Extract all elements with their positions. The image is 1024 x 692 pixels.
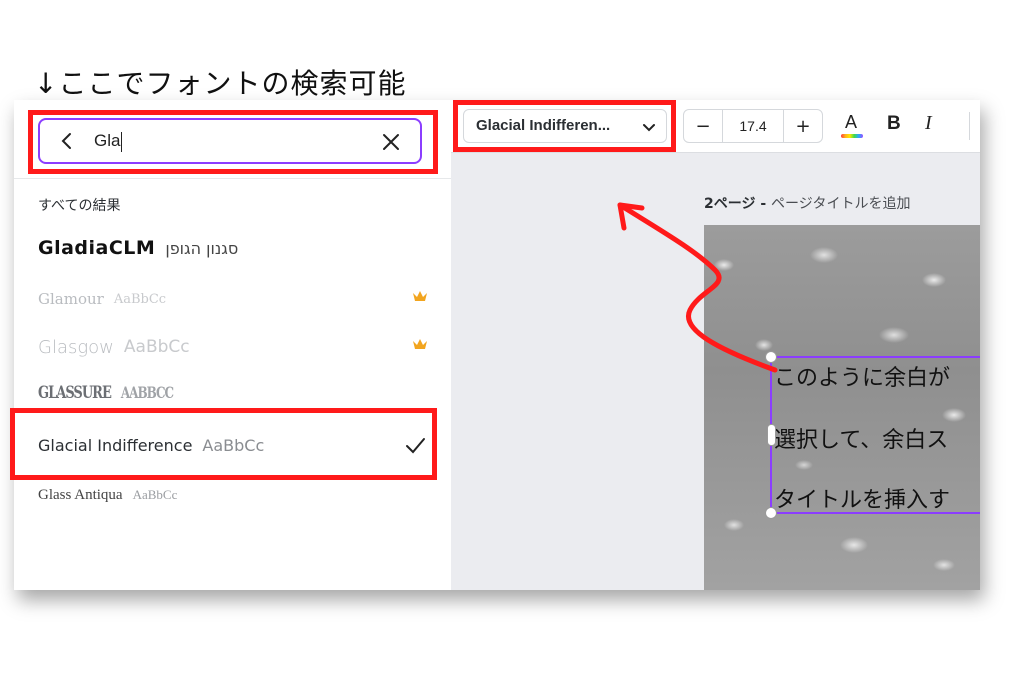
decrease-size-button[interactable]: −: [684, 110, 723, 142]
font-sample: AABBCC: [120, 383, 174, 403]
font-name: Glasgow: [38, 336, 114, 358]
toolbar-divider: [969, 112, 970, 140]
crown-icon: [413, 291, 427, 301]
highlight-selected-font: [10, 408, 437, 480]
font-name: Glass Antiqua: [38, 486, 123, 503]
font-size-input[interactable]: 17.4: [723, 110, 783, 142]
highlight-font-dropdown: [453, 100, 676, 152]
font-result-glassure[interactable]: GLASSURE AABBCC: [38, 373, 428, 413]
font-sample: AaBbCc: [113, 291, 167, 307]
font-name: Glamour: [38, 290, 104, 308]
font-result-glasgow[interactable]: Glasgow AaBbCc: [38, 327, 428, 367]
crown-icon: [413, 339, 427, 349]
annotation-heading: ↓ここでフォントの検索可能: [34, 67, 407, 100]
increase-size-button[interactable]: +: [783, 110, 822, 142]
font-result-gladiaclm[interactable]: GladiaCLM סגנון הגופן: [38, 228, 428, 268]
annotation-arrow-icon: [617, 202, 778, 373]
font-result-glass-antiqua[interactable]: Glass Antiqua AaBbCc: [38, 475, 428, 515]
resize-handle-bottom-left[interactable]: [765, 507, 777, 519]
results-heading: すべての結果: [38, 198, 121, 214]
font-sample: AaBbCc: [123, 337, 190, 357]
divider: [14, 178, 451, 179]
italic-button[interactable]: I: [925, 112, 932, 135]
font-size-stepper: − 17.4 +: [683, 109, 823, 143]
text-color-button[interactable]: A: [839, 112, 865, 140]
resize-handle-middle-left[interactable]: [767, 424, 776, 446]
bold-button[interactable]: B: [887, 113, 901, 135]
text-color-icon: A: [845, 112, 858, 132]
text-selection-box[interactable]: [765, 351, 980, 519]
highlight-search-box: [28, 110, 438, 174]
color-bar: [841, 134, 863, 138]
font-result-glamour[interactable]: Glamour AaBbCc: [38, 279, 428, 319]
font-name: GLASSURE: [38, 383, 112, 403]
font-sample: סגנון הגופן: [165, 238, 239, 258]
page-title-placeholder: ページタイトルを追加: [771, 196, 911, 212]
font-sample: AaBbCc: [132, 487, 178, 502]
font-name: GladiaCLM: [38, 237, 156, 259]
